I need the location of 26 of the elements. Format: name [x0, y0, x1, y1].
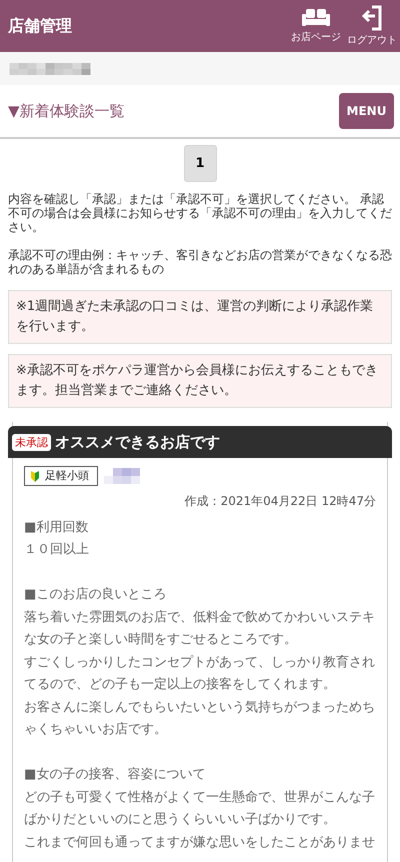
notice: ※1週間過ぎた未承認の口コミは、運営の判断により承認作業を行います。	[8, 290, 392, 344]
section-title: ▼新着体験談一覧	[8, 102, 125, 120]
section-heading: ■利用回数	[24, 518, 90, 536]
rank-badge: 足軽小頭	[24, 466, 98, 486]
notice: ※承認不可をポケパラ運営から会員様にお伝えすることもできます。担当営業までご連絡ください。	[8, 354, 392, 408]
review-text: どの子も可愛くて性格がよくて一生懸命で、世界がこんな子ばかりだといいのにと思うくらいいい子ばかりです。	[24, 788, 376, 829]
logout-icon	[361, 5, 383, 31]
review-title: オススメできるお店です	[55, 432, 220, 452]
section-heading: ■女の子の接客、容姿について	[24, 766, 206, 784]
section-heading: ■このお店の良いところ	[24, 586, 168, 604]
instruction-text: 内容を確認し「承認」または「承認不可」を選択してください。 承認不可の場合は会員様にお知らせする「承認不可の理由」を入力してください。	[8, 192, 392, 234]
menu-button[interactable]: MENU	[339, 93, 394, 129]
header-link[interactable]: ログアウト	[344, 5, 400, 47]
page-button[interactable]: 1	[184, 145, 216, 182]
created-date: 作成：2021年04月22日 12時47分	[184, 493, 376, 510]
review-text: 落ち着いた雰囲気のお店で、低料金で飲めてかわいいステキな女の子と楽しい時間をすごせるところです。	[24, 608, 376, 649]
review-text: お客さんに楽しんでもらいたいという気持ちがつまっためちゃくちゃいいお店です。	[24, 698, 376, 739]
app-title: 店舗管理	[8, 16, 73, 36]
review-text: これまで何回も通ってますが嫌な思いをしたことがありませ	[24, 834, 376, 852]
review-text: １０回以上	[24, 541, 90, 559]
status-badge: 未承認	[12, 434, 51, 450]
sofa-icon	[301, 8, 331, 28]
instruction-text: 承認不可の理由例：キャッチ、客引きなどお店の営業ができなくなる恐れのある単語が含まれるもの	[8, 248, 392, 276]
review-text: すごくしっかりしたコンセプトがあって、しっかり教育されてるので、どの子も一定以上の接客をしてくれます。	[24, 654, 376, 694]
header-link[interactable]: お店ページ	[288, 8, 344, 44]
redacted-text	[102, 468, 142, 484]
